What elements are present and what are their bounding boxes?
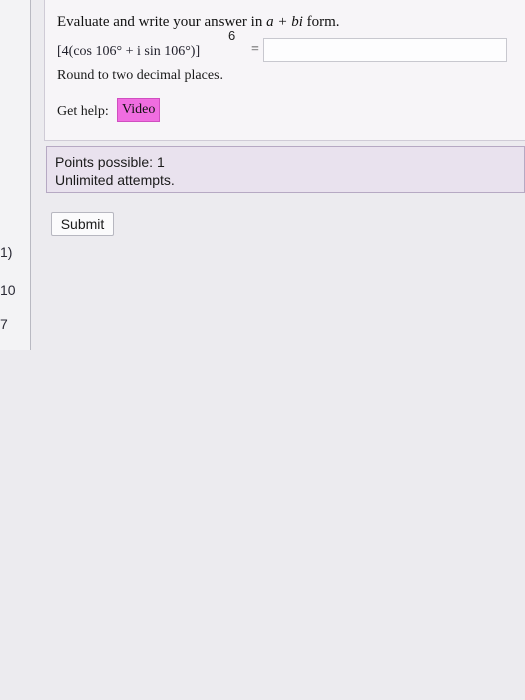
prompt-text-end: form. (306, 14, 340, 30)
video-help-button[interactable]: Video (117, 98, 161, 122)
attempt-info-box: Points possible: 1 Unlimited attempts. (46, 146, 525, 193)
get-help-label: Get help: (57, 104, 109, 119)
question-panel: Evaluate and write your answer in a + bi… (44, 0, 525, 141)
math-expression: [4(cos 106° + i sin 106°)] (57, 44, 201, 59)
question-list-item[interactable]: 7 (0, 316, 8, 332)
answer-input[interactable] (263, 38, 507, 62)
question-list-item[interactable]: 10 (0, 282, 16, 298)
prompt-math: a + bi (266, 14, 303, 30)
rounding-instruction: Round to two decimal places. (57, 68, 224, 83)
equals-sign: = (251, 42, 259, 57)
points-possible: Points possible: 1 (55, 154, 165, 170)
attempts-info: Unlimited attempts. (55, 172, 175, 188)
left-question-list: 1) 10 7 (0, 0, 31, 350)
submit-button[interactable]: Submit (51, 212, 114, 236)
expression-exponent: 6 (228, 28, 236, 43)
question-prompt: Evaluate and write your answer in a + bi… (57, 14, 340, 31)
question-list-item[interactable]: 1) (0, 244, 12, 260)
